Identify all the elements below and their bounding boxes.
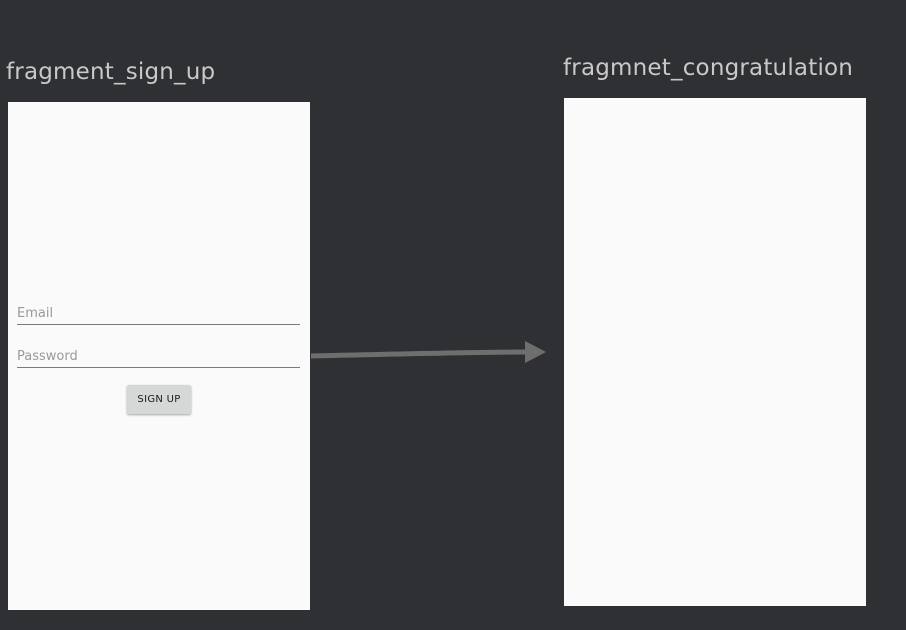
arrow-head-icon (525, 341, 546, 363)
navigation-action-arrow[interactable] (0, 0, 906, 630)
navigation-action-line (310, 349, 529, 359)
